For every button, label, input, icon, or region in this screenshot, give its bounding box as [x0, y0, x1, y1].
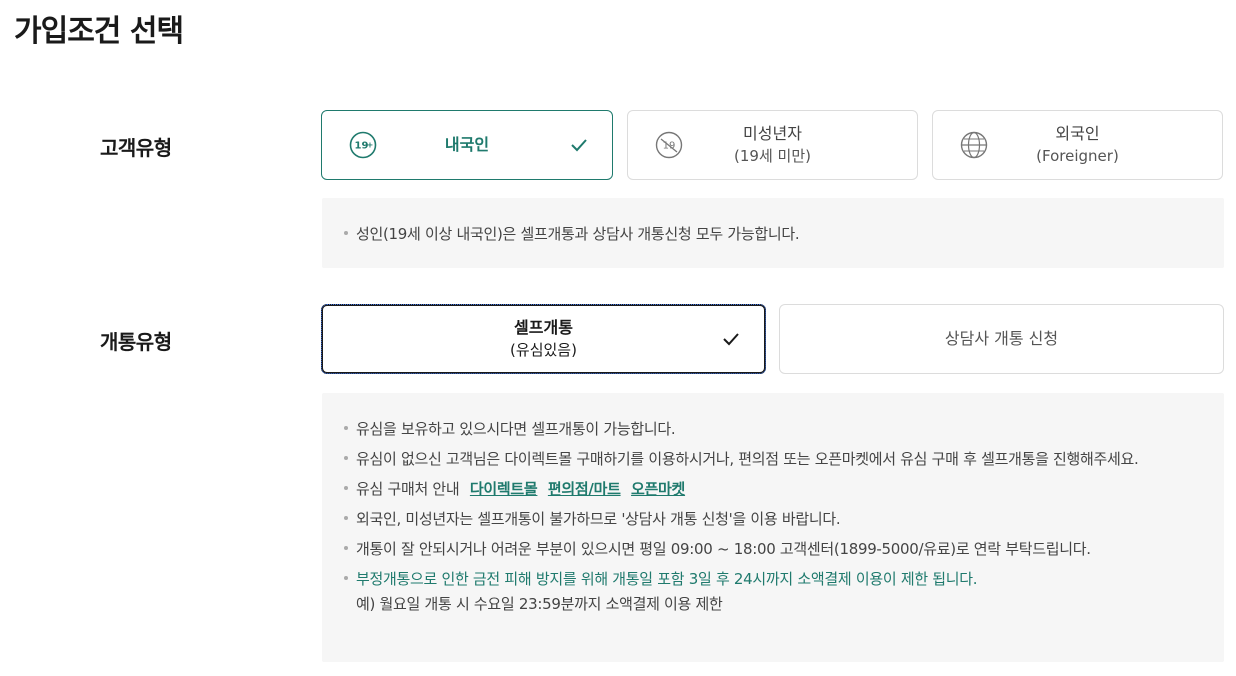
open-type-info: 유심을 보유하고 있으시다면 셀프개통이 가능합니다. 유심이 없으신 고객님은… [322, 393, 1224, 662]
check-icon [571, 139, 587, 152]
page-title: 가입조건 선택 [14, 14, 184, 49]
link-direct-mall[interactable]: 다이렉트몰 [470, 480, 538, 498]
info-item: 유심이 없으신 고객님은 다이렉트몰 구매하기를 이용하시거나, 편의점 또는 … [344, 447, 1184, 472]
option-self-activation[interactable]: 셀프개통 (유심있음) [321, 304, 766, 374]
info-item: 유심을 보유하고 있으시다면 셀프개통이 가능합니다. [344, 417, 1184, 442]
option-foreigner-sub: (Foreigner) [1036, 147, 1119, 165]
option-domestic[interactable]: 19 + 내국인 [321, 110, 613, 180]
open-type-label: 개통유형 [100, 330, 172, 354]
option-self-sub: (유심있음) [510, 341, 577, 359]
warning-text: 부정개통으로 인한 금전 피해 방지를 위해 개통일 포함 3일 후 24시까지… [356, 570, 978, 588]
purchase-guide-label: 유심 구매처 안내 [356, 480, 460, 498]
link-open-market[interactable]: 오픈마켓 [631, 480, 685, 498]
option-agent-label: 상담사 개통 신청 [944, 329, 1059, 348]
customer-type-label: 고객유형 [100, 136, 172, 160]
info-item: 외국인, 미성년자는 셀프개통이 불가하므로 '상담사 개통 신청'을 이용 바… [344, 507, 1184, 532]
customer-type-info: 성인(19세 이상 내국인)은 셀프개통과 상담사 개통신청 모두 가능합니다. [322, 198, 1224, 268]
link-convenience-store[interactable]: 편의점/마트 [548, 480, 621, 498]
option-foreigner-label: 외국인 [1055, 124, 1100, 143]
check-icon [723, 333, 739, 346]
warning-example: 예) 월요일 개통 시 수요일 23:59분까지 소액결제 이용 제한 [356, 595, 723, 613]
option-domestic-label: 내국인 [444, 135, 490, 154]
option-foreigner[interactable]: 외국인 (Foreigner) [932, 110, 1223, 180]
option-minor[interactable]: 19 미성년자 (19세 미만) [627, 110, 918, 180]
info-item: 성인(19세 이상 내국인)은 셀프개통과 상담사 개통신청 모두 가능합니다. [344, 222, 1184, 247]
info-item: 개통이 잘 안되시거나 어려운 부분이 있으시면 평일 09:00 ~ 18:0… [344, 537, 1184, 562]
info-item-purchase: 유심 구매처 안내 다이렉트몰 편의점/마트 오픈마켓 [344, 477, 1184, 502]
option-agent-activation[interactable]: 상담사 개통 신청 [779, 304, 1224, 374]
option-self-label: 셀프개통 [514, 318, 573, 337]
option-minor-sub: (19세 미만) [734, 147, 811, 165]
info-item-warning: 부정개통으로 인한 금전 피해 방지를 위해 개통일 포함 3일 후 24시까지… [344, 567, 1184, 617]
option-minor-label: 미성년자 [743, 124, 802, 143]
